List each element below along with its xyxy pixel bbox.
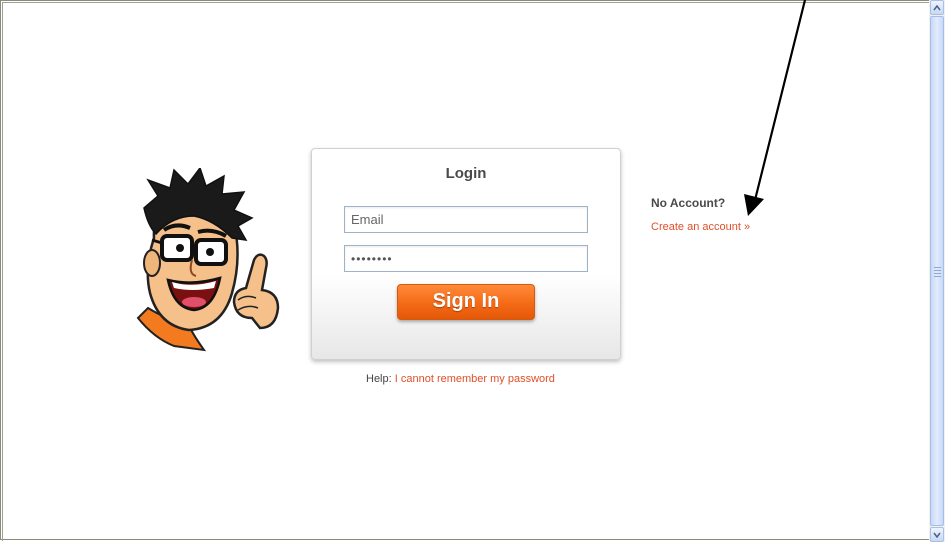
scroll-grip [934, 267, 941, 279]
password-input[interactable]: •••••••• [344, 245, 588, 272]
chevron-up-icon [933, 4, 941, 10]
chevron-down-icon [933, 532, 941, 538]
login-panel: Login Email •••••••• Sign In [311, 148, 621, 360]
no-account-heading: No Account? [651, 196, 726, 210]
email-input[interactable]: Email [344, 206, 588, 233]
annotation-arrow-icon [744, 0, 807, 216]
scroll-down-button[interactable] [930, 527, 944, 542]
help-label: Help: [366, 373, 392, 385]
help-line: Help: I cannot remember my password [366, 373, 555, 385]
login-title: Login [445, 165, 487, 182]
scroll-thumb[interactable] [930, 16, 944, 526]
vertical-scrollbar[interactable] [929, 0, 945, 542]
forgot-password-link[interactable]: I cannot remember my password [395, 373, 555, 385]
scroll-up-button[interactable] [930, 0, 944, 15]
mascot-illustration [136, 168, 280, 352]
sign-in-button[interactable]: Sign In [397, 284, 535, 320]
